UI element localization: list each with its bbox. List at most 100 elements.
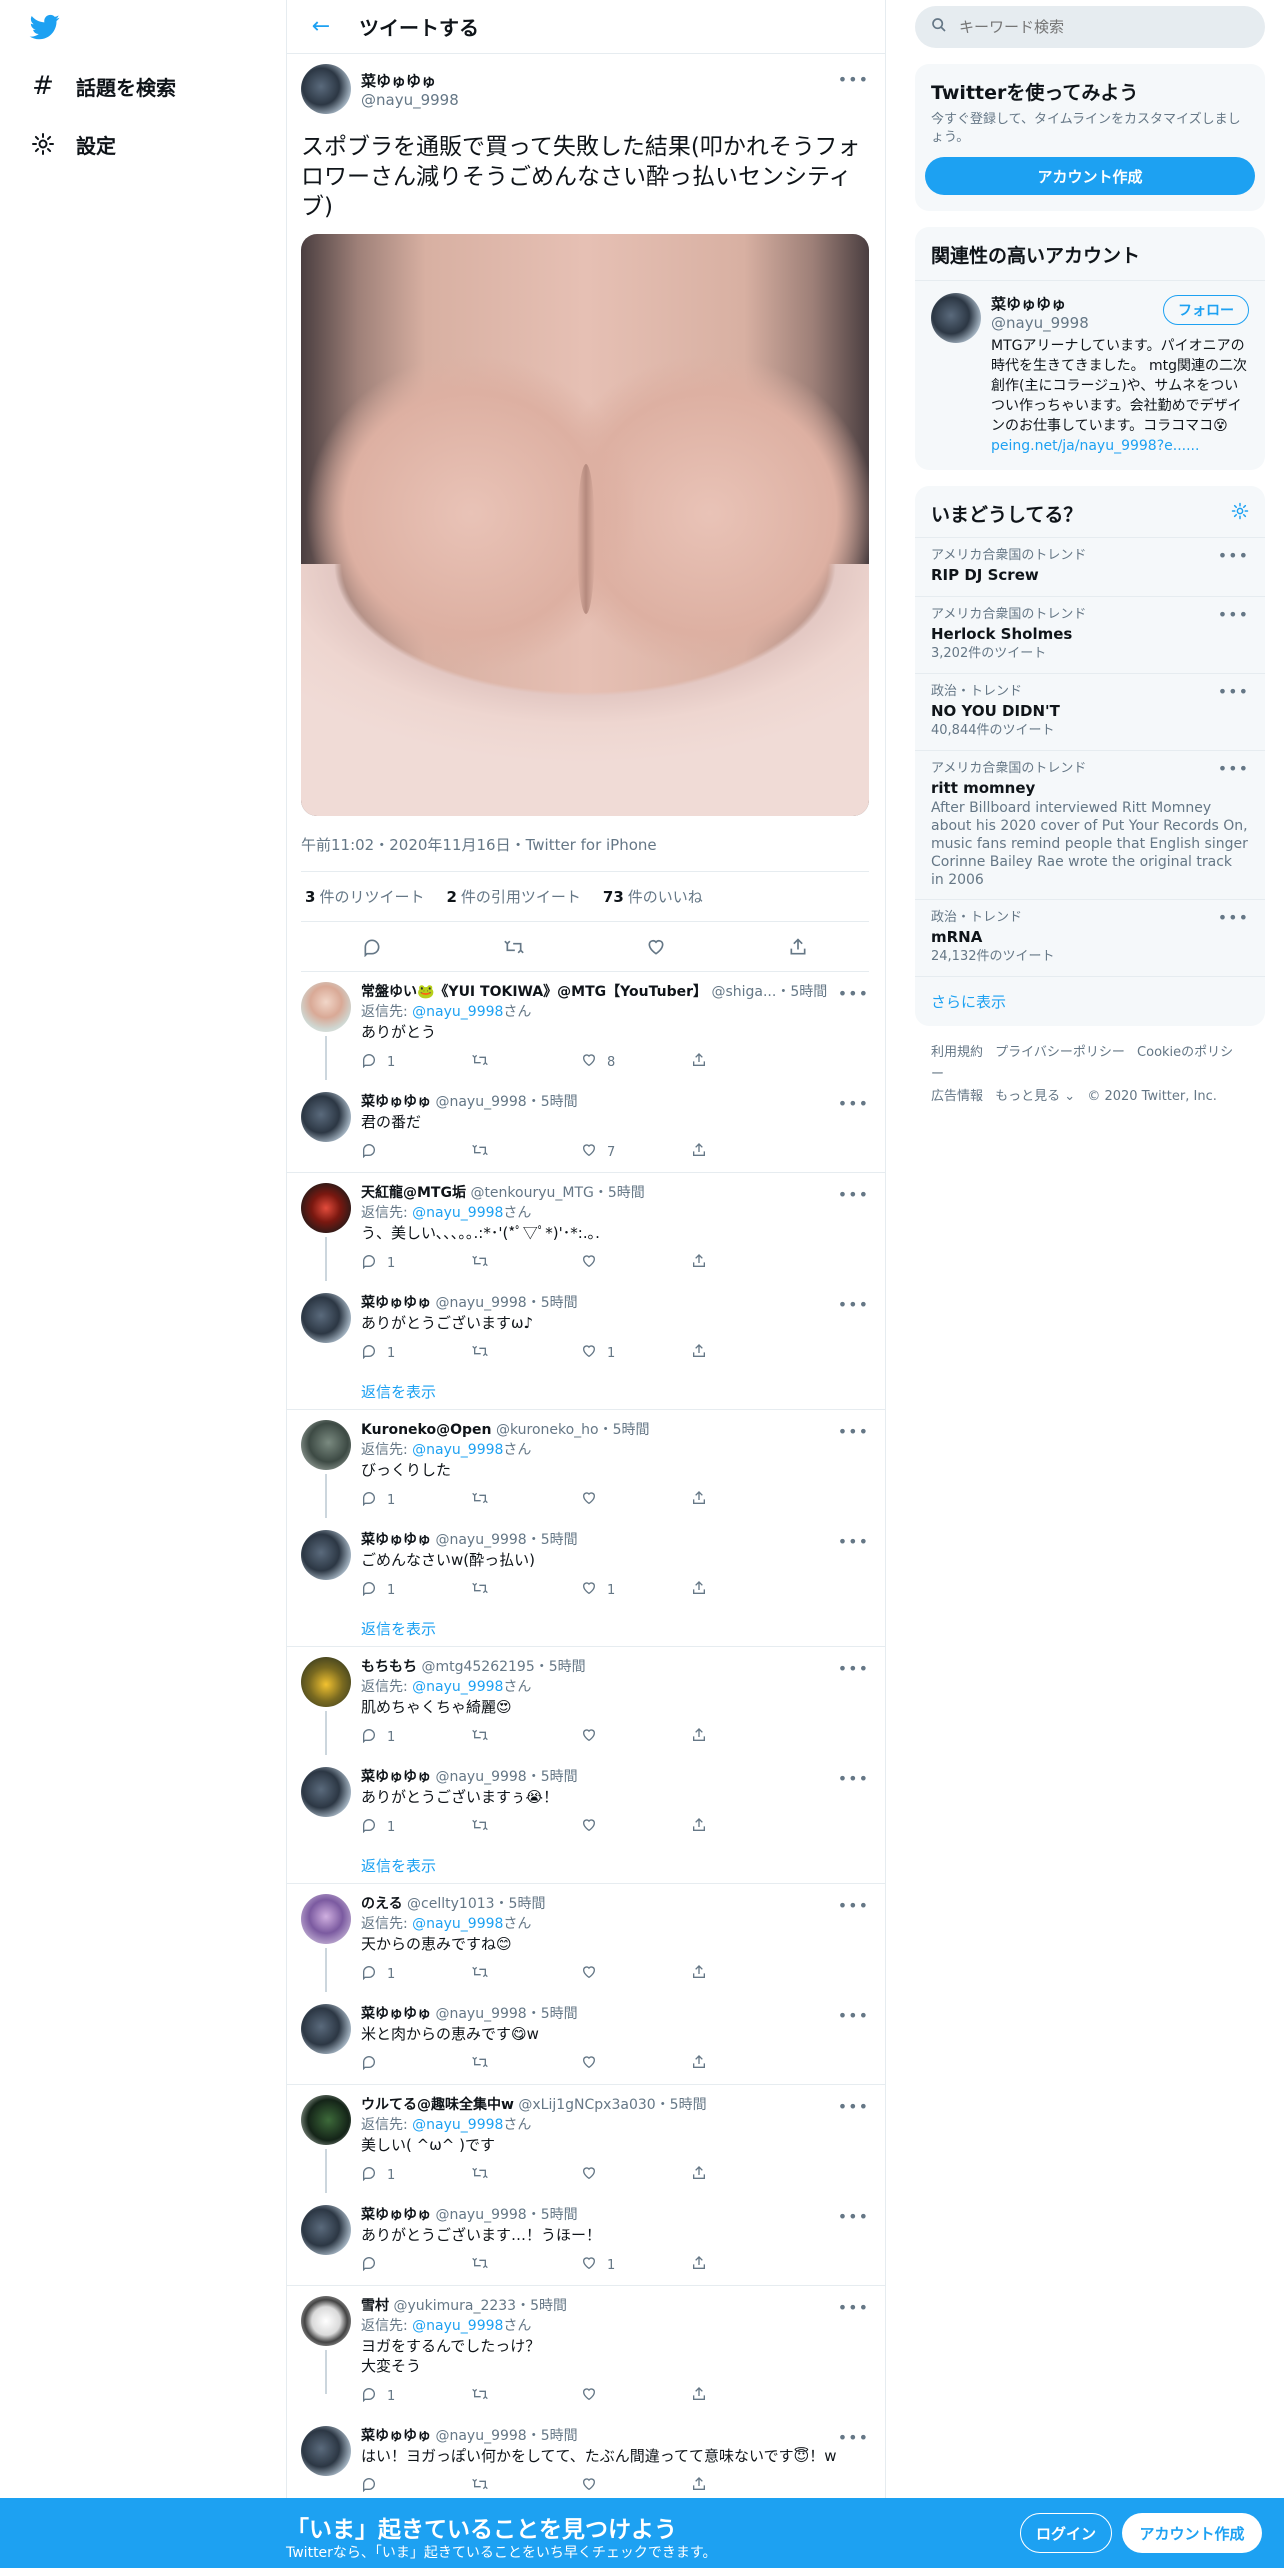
retweet-action[interactable] xyxy=(471,1052,571,1072)
avatar[interactable] xyxy=(301,1183,351,1233)
avatar[interactable] xyxy=(301,1894,351,1944)
more-options-icon[interactable]: ••• xyxy=(838,1532,869,1551)
show-replies-link[interactable]: 返信を表示 xyxy=(361,1373,885,1409)
more-options-icon[interactable]: ••• xyxy=(838,70,869,89)
like-action[interactable] xyxy=(581,1490,681,1510)
retweet-action[interactable] xyxy=(471,2054,571,2074)
retweet-action[interactable] xyxy=(471,1817,571,1837)
reply-author-handle[interactable]: @nayu_9998 xyxy=(435,1532,526,1548)
reply-action[interactable] xyxy=(361,2054,461,2074)
reply-to-mention[interactable]: @nayu_9998 xyxy=(412,1205,503,1221)
reply-author-handle[interactable]: @nayu_9998 xyxy=(435,2006,526,2022)
share-action[interactable] xyxy=(691,1580,791,1600)
avatar[interactable] xyxy=(931,293,981,343)
reply-time[interactable]: ・5時間 xyxy=(535,1659,586,1675)
reply-tweet[interactable]: ••• 菜ゆゅゆゅ @nayu_9998・5時間 ありがとうございますω♪ 1 1 xyxy=(287,1283,885,1373)
reply-author-handle[interactable]: @xLij1gNCpx3a030 xyxy=(518,2097,655,2113)
share-action[interactable] xyxy=(691,2165,791,2185)
reply-tweet[interactable]: ••• 雪村 @yukimura_2233・5時間 返信先: @nayu_9998さ… xyxy=(287,2286,885,2416)
like-action[interactable] xyxy=(581,1964,681,1984)
like-action[interactable] xyxy=(581,1817,681,1837)
reply-tweet[interactable]: ••• 菜ゆゅゆゅ @nayu_9998・5時間 はい！ヨガっぽい何かをしてて、たぶ… xyxy=(287,2416,885,2506)
author-name[interactable]: 菜ゆゅゆゅ xyxy=(361,70,459,91)
reply-author-handle[interactable]: @yukimura_2233 xyxy=(393,2298,516,2314)
avatar[interactable] xyxy=(301,1767,351,1817)
share-action[interactable] xyxy=(691,2255,791,2275)
avatar[interactable] xyxy=(301,2205,351,2255)
share-action[interactable] xyxy=(691,2054,791,2074)
like-action[interactable] xyxy=(581,1727,681,1747)
share-action[interactable] xyxy=(691,1343,791,1363)
share-action[interactable] xyxy=(691,2476,791,2496)
reply-author-handle[interactable]: @nayu_9998 xyxy=(435,1094,526,1110)
reply-tweet[interactable]: ••• 常盤ゆい🐸《YUI TOKIWA》@MTG【YouTuber】 @shig… xyxy=(287,972,885,1082)
more-options-icon[interactable]: ••• xyxy=(838,1422,869,1441)
share-action[interactable] xyxy=(691,1142,791,1162)
author-handle[interactable]: @nayu_9998 xyxy=(361,91,459,109)
retweet-action[interactable] xyxy=(471,1142,571,1162)
more-options-icon[interactable]: ••• xyxy=(838,1185,869,1204)
reply-time[interactable]: ・5時間 xyxy=(599,1422,650,1438)
footer-privacy[interactable]: プライバシーポリシー xyxy=(995,1045,1125,1060)
reply-action[interactable]: 1 xyxy=(361,2165,461,2185)
reply-author-name[interactable]: Kuroneko@Open xyxy=(361,1422,492,1438)
share-action[interactable] xyxy=(691,1727,791,1747)
like-action[interactable]: 7 xyxy=(581,1142,681,1162)
retweet-action[interactable] xyxy=(471,1343,571,1363)
reply-to-mention[interactable]: @nayu_9998 xyxy=(412,1916,503,1932)
create-account-button[interactable]: アカウント作成 xyxy=(925,157,1255,195)
more-options-icon[interactable]: ••• xyxy=(838,1896,869,1915)
like-action[interactable]: 1 xyxy=(581,2255,681,2275)
trend-item[interactable]: 政治・トレンド mRNA 24,132件のツイート ••• xyxy=(915,900,1265,977)
back-arrow-icon[interactable]: ← xyxy=(303,9,339,45)
like-action[interactable]: 1 xyxy=(581,1580,681,1600)
signup-button[interactable]: アカウント作成 xyxy=(1122,2513,1262,2553)
more-options-icon[interactable]: ••• xyxy=(1218,605,1249,624)
reply-tweet[interactable]: ••• Kuroneko@Open @kuroneko_ho・5時間 返信先: @n… xyxy=(287,1410,885,1520)
reply-time[interactable]: ・5時間 xyxy=(527,2006,578,2022)
avatar[interactable] xyxy=(301,2426,351,2476)
reply-author-name[interactable]: 菜ゆゅゆゅ xyxy=(361,1769,431,1785)
reply-time[interactable]: ・5時間 xyxy=(495,1896,546,1912)
reply-time[interactable]: ・5時間 xyxy=(776,984,827,1000)
footer-ads[interactable]: 広告情報 xyxy=(931,1089,983,1104)
reply-author-name[interactable]: 天紅龍@MTG垢 xyxy=(361,1185,466,1201)
retweet-action[interactable] xyxy=(471,1964,571,1984)
reply-author-handle[interactable]: @nayu_9998 xyxy=(435,2428,526,2444)
avatar[interactable] xyxy=(301,2004,351,2054)
avatar[interactable] xyxy=(301,1657,351,1707)
retweet-stat[interactable]: 3 件のリツイート xyxy=(305,886,424,907)
reply-author-name[interactable]: のえる xyxy=(361,1896,403,1912)
reply-tweet[interactable]: ••• もちもち @mtg45262195・5時間 返信先: @nayu_9998さ… xyxy=(287,1647,885,1757)
share-action[interactable] xyxy=(691,2386,791,2406)
share-action[interactable] xyxy=(691,1490,791,1510)
reply-author-handle[interactable]: @nayu_9998 xyxy=(435,1769,526,1785)
like-stat[interactable]: 73 件のいいね xyxy=(603,886,703,907)
avatar[interactable] xyxy=(301,1293,351,1343)
twitter-logo-icon[interactable] xyxy=(28,12,62,42)
reply-author-name[interactable]: 菜ゆゅゆゅ xyxy=(361,2428,431,2444)
reply-tweet[interactable]: ••• ウルてる@趣味全集中w @xLij1gNCpx3a030・5時間 返信先: … xyxy=(287,2085,885,2195)
like-action[interactable]: 1 xyxy=(581,1343,681,1363)
share-action[interactable] xyxy=(691,1253,791,1273)
avatar[interactable] xyxy=(301,982,351,1032)
avatar[interactable] xyxy=(301,64,351,114)
reply-time[interactable]: ・5時間 xyxy=(527,1532,578,1548)
trend-item[interactable]: アメリカ合衆国のトレンド Herlock Sholmes 3,202件のツイート ••… xyxy=(915,597,1265,674)
more-options-icon[interactable]: ••• xyxy=(1218,759,1249,778)
retweet-action[interactable] xyxy=(471,1253,571,1273)
reply-to-mention[interactable]: @nayu_9998 xyxy=(412,2117,503,2133)
reply-author-name[interactable]: 菜ゆゅゆゅ xyxy=(361,2207,431,2223)
share-action[interactable] xyxy=(691,1052,791,1072)
avatar[interactable] xyxy=(301,1530,351,1580)
reply-action[interactable] xyxy=(361,2476,461,2496)
avatar[interactable] xyxy=(301,2095,351,2145)
reply-tweet[interactable]: ••• 菜ゆゅゆゅ @nayu_9998・5時間 ごめんなさいw(酔っ払い) 1 1 xyxy=(287,1520,885,1610)
more-options-icon[interactable]: ••• xyxy=(838,2097,869,2116)
more-options-icon[interactable]: ••• xyxy=(838,2207,869,2226)
reply-author-handle[interactable]: @mtg45262195 xyxy=(421,1659,534,1675)
login-button[interactable]: ログイン xyxy=(1020,2513,1112,2553)
nav-explore[interactable]: # 話題を検索 xyxy=(28,64,176,108)
reply-action[interactable]: 1 xyxy=(361,1052,461,1072)
more-options-icon[interactable]: ••• xyxy=(838,2428,869,2447)
